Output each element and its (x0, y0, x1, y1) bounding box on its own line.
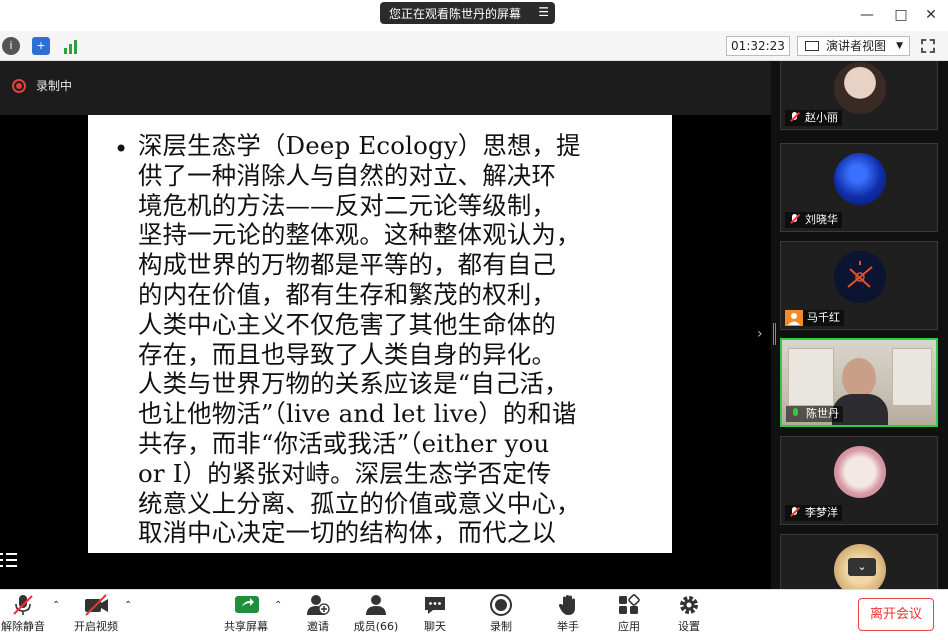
video-off-icon (84, 594, 108, 616)
slide-text: 深层生态学（Deep Ecology）思想，提 供了一种消除人与自然的对立、解决… (138, 131, 658, 548)
record-button[interactable]: 录制 (471, 594, 531, 640)
signal-icon[interactable] (63, 38, 81, 54)
participant-name: 李梦洋 (785, 505, 842, 521)
apps-icon (617, 594, 641, 616)
participant-tile[interactable]: 李梦洋 (780, 436, 938, 525)
drag-handle-icon[interactable] (773, 323, 776, 345)
slide-line: 存在，而且也导致了人类自身的异化。 (138, 339, 557, 369)
mic-icon (791, 408, 799, 419)
slide-line: 坚持一元论的整体观。这种整体观认为， (138, 220, 581, 250)
minimize-button[interactable]: — (856, 4, 878, 26)
avatar (834, 446, 886, 498)
slide-line: 取消中心决定一切的结构体，而代之以 (138, 518, 557, 548)
chat-button[interactable]: 聊天 (405, 594, 465, 640)
hand-icon (556, 594, 580, 616)
slide-line: 统意义上分离、孤立的价值或意义中心， (138, 488, 581, 518)
info-icon[interactable]: i (2, 37, 20, 55)
slide-line: 的内在价值，都有生存和繁茂的权利， (138, 279, 557, 309)
maximize-button[interactable]: □ (890, 4, 912, 26)
slide-line: 人类中心主义不仅危害了其他生命体的 (138, 309, 557, 339)
slide-line: 人类与世界万物的关系应该是“自己活， (138, 369, 569, 399)
slide-line: 深层生态学（Deep Ecology）思想，提 (138, 131, 581, 160)
side-menu-icon[interactable] (0, 550, 17, 570)
shield-icon[interactable]: + (32, 37, 50, 55)
participant-tile[interactable]: 刘晓华 (780, 143, 938, 232)
recording-label: 录制中 (36, 79, 73, 93)
mic-muted-icon (11, 594, 35, 616)
chevron-up-icon[interactable]: ⌃ (52, 600, 60, 611)
gallery-scroll-down-button[interactable]: ⌄ (848, 558, 876, 576)
record-icon (12, 78, 26, 93)
mic-muted-icon (790, 506, 800, 518)
share-screen-icon (234, 594, 259, 616)
participants-icon (364, 594, 388, 616)
participant-tile-active[interactable]: 陈世丹 (780, 338, 938, 427)
slide-line: 供了一种消除人与自然的对立、解决环 (138, 160, 557, 190)
mic-muted-icon (790, 111, 800, 123)
shared-screen: • 深层生态学（Deep Ecology）思想，提 供了一种消除人与自然的对立、… (0, 115, 771, 589)
avatar (834, 153, 886, 205)
start-video-button[interactable]: 开启视频 (66, 594, 126, 640)
participants-button[interactable]: 成员(66) (346, 594, 406, 640)
speaker-face (842, 358, 876, 398)
raise-hand-button[interactable]: 举手 (538, 594, 598, 640)
view-selector[interactable]: 演讲者视图 ▼ (797, 36, 910, 56)
participant-name: 赵小丽 (785, 110, 842, 126)
viewing-share-text: 您正在观看陈世丹的屏幕 (389, 6, 522, 21)
slide-line: 构成世界的万物都是平等的，都有自己 (138, 250, 557, 280)
bookshelf (892, 348, 932, 406)
participant-gallery: 赵小丽 刘晓华 马千红 陈世丹 李梦洋 (778, 61, 948, 589)
panel-splitter[interactable] (771, 61, 778, 589)
slide-line: 境危机的方法——反对二元论等级制， (138, 190, 557, 220)
chevron-up-icon[interactable]: ⌃ (274, 600, 282, 611)
bookshelf (788, 348, 834, 406)
menu-icon[interactable]: ☰ (538, 5, 549, 19)
participant-tile[interactable]: 赵小丽 (780, 61, 938, 130)
user-icon (785, 310, 803, 326)
slide-line: 共存，而非“你活或我活”（either you (138, 428, 550, 458)
share-screen-button[interactable]: 共享屏幕 (216, 594, 276, 640)
apps-button[interactable]: 应用 (599, 594, 659, 640)
settings-button[interactable]: 设置 (659, 594, 719, 640)
participant-name: 陈世丹 (786, 406, 843, 422)
close-button[interactable]: ✕ (920, 4, 942, 26)
view-selector-label: 演讲者视图 (826, 39, 887, 53)
slide-line: or I）的紧张对峙。深层生态学否定传 (138, 458, 552, 488)
chat-icon (423, 594, 447, 616)
invite-icon (306, 594, 330, 616)
view-icon (805, 41, 819, 51)
record-icon (489, 594, 513, 616)
chevron-up-icon[interactable]: ⌃ (124, 600, 132, 611)
mic-muted-icon (790, 213, 800, 225)
gear-icon (677, 594, 701, 616)
participant-name: 刘晓华 (785, 212, 842, 228)
invite-button[interactable]: 邀请 (288, 594, 348, 640)
viewing-share-banner[interactable]: 您正在观看陈世丹的屏幕 ☰ (380, 2, 555, 24)
meeting-info-bar: i + 01:32:23 演讲者视图 ▼ (0, 31, 948, 61)
main-stage: 录制中 • 深层生态学（Deep Ecology）思想，提 供了一种消除人与自然… (0, 61, 771, 589)
fullscreen-icon[interactable] (921, 39, 935, 53)
chevron-right-icon[interactable]: › (757, 326, 763, 342)
presentation-slide: • 深层生态学（Deep Ecology）思想，提 供了一种消除人与自然的对立、… (88, 115, 672, 553)
chevron-down-icon: ▼ (896, 41, 903, 51)
slide-line: 也让他物活”（live and let live）的和谐 (138, 399, 577, 429)
recording-indicator: 录制中 (12, 77, 72, 94)
meeting-timer: 01:32:23 (726, 36, 790, 56)
avatar (834, 251, 886, 303)
avatar (834, 62, 886, 114)
unmute-button[interactable]: 解除静音 (0, 594, 46, 640)
meeting-toolbar: 解除静音 ⌃ 开启视频 ⌃ 共享屏幕 ⌃ 邀请 成员(66) 聊天 录制 举手 … (0, 589, 948, 640)
participant-name: 马千红 (803, 310, 844, 326)
participant-tile[interactable]: 马千红 (780, 241, 938, 330)
leave-meeting-button[interactable]: 离开会议 (858, 598, 934, 631)
title-bar: 您正在观看陈世丹的屏幕 ☰ — □ ✕ (0, 0, 948, 31)
bullet-point: • (114, 135, 129, 163)
